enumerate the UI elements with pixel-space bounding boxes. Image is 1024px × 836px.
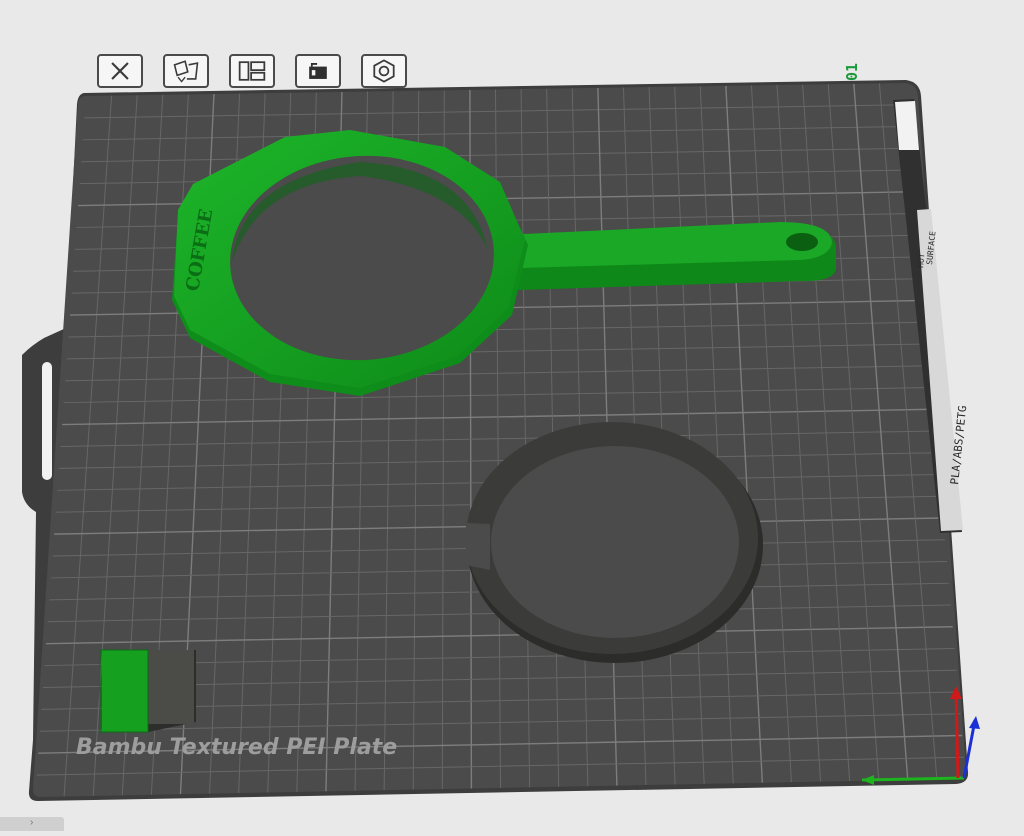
arrange-button[interactable] (163, 54, 209, 88)
bottom-collapse-tab[interactable]: › (0, 817, 64, 831)
3d-viewport[interactable]: PLA/ABS/PETG HOT SURFACE Bambu Textured … (0, 0, 1024, 831)
layout-button[interactable] (229, 54, 275, 88)
delete-plate-button[interactable] (97, 54, 143, 88)
gasket-ring-opening (491, 446, 739, 638)
block-green-face (102, 650, 148, 732)
auto-arrange-icon (173, 60, 199, 83)
block-gray-face (148, 650, 194, 724)
filament-color-block[interactable] (99, 649, 196, 733)
plate-index-label: 01 (843, 62, 861, 81)
lock-icon (309, 63, 327, 79)
hex-nut-icon (373, 59, 395, 83)
build-plate-scene[interactable]: PLA/ABS/PETG HOT SURFACE Bambu Textured … (0, 0, 1024, 831)
plate-layout-icon (238, 61, 266, 81)
lock-button[interactable] (295, 54, 341, 88)
plate-settings-button[interactable] (361, 54, 407, 88)
plate-corner-notch (895, 101, 919, 150)
close-icon (111, 62, 129, 80)
plate-handle-slot (42, 362, 52, 480)
plate-name-label: Bambu Textured PEI Plate (76, 735, 397, 760)
chevron-right-icon: › (30, 817, 34, 828)
plate-toolbar (95, 50, 415, 90)
handle-hang-hole (786, 233, 818, 251)
gasket-ring-gap (466, 523, 490, 570)
